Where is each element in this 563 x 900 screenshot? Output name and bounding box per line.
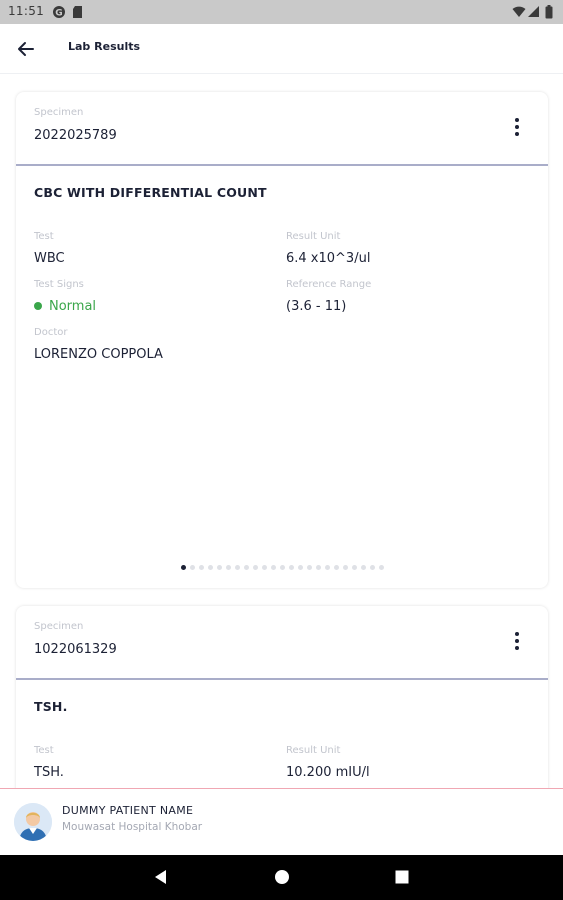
page-dot[interactable]: [379, 565, 384, 570]
status-bar: 11:51 G: [0, 0, 563, 24]
hospital-name: Mouwasat Hospital Khobar: [62, 821, 203, 833]
page-dot[interactable]: [370, 565, 375, 570]
doctor-value: LORENZO COPPOLA: [34, 347, 163, 362]
status-time: 11:51: [8, 4, 45, 18]
specimen-header: Specimen 2022025789: [16, 92, 548, 166]
specimen-header: Specimen 1022061329: [16, 606, 548, 680]
test-group-title: CBC WITH DIFFERENTIAL COUNT: [34, 185, 267, 200]
wifi-icon: [512, 6, 526, 17]
patient-bar[interactable]: DUMMY PATIENT NAME Mouwasat Hospital Kho…: [0, 788, 563, 855]
page-dot[interactable]: [334, 565, 339, 570]
back-triangle-icon[interactable]: [152, 868, 170, 886]
page-dot[interactable]: [343, 565, 348, 570]
page-dot[interactable]: [262, 565, 267, 570]
result-unit-value: 10.200 mIU/l: [286, 765, 370, 780]
sd-card-icon: [73, 6, 82, 18]
more-vertical-icon: [508, 632, 526, 650]
page-dot[interactable]: [217, 565, 222, 570]
doctor-avatar-icon: [14, 803, 52, 841]
reference-range-value: (3.6 - 11): [286, 299, 347, 314]
green-dot-icon: [34, 302, 42, 310]
page-dot[interactable]: [253, 565, 258, 570]
page-indicator: [181, 565, 388, 571]
page-dot[interactable]: [190, 565, 195, 570]
page-dot[interactable]: [235, 565, 240, 570]
page-dot[interactable]: [244, 565, 249, 570]
page-dot[interactable]: [271, 565, 276, 570]
svg-text:G: G: [55, 9, 62, 19]
page-dot[interactable]: [226, 565, 231, 570]
page-dot[interactable]: [199, 565, 204, 570]
page-title: Lab Results: [68, 40, 141, 53]
test-value: WBC: [34, 251, 65, 266]
test-signs-value: Normal: [49, 299, 97, 314]
specimen-label: Specimen: [34, 107, 84, 118]
avatar: [14, 803, 52, 841]
notification-g-icon: G: [53, 6, 65, 19]
more-options-button[interactable]: [508, 632, 526, 654]
screen: 11:51 G Lab Results Specimen 2022025789 …: [0, 0, 563, 900]
battery-icon: [545, 5, 553, 19]
result-unit-label: Result Unit: [286, 231, 341, 242]
page-dot[interactable]: [316, 565, 321, 570]
home-circle-icon[interactable]: [273, 868, 291, 886]
test-label: Test: [34, 231, 54, 242]
test-signs-label: Test Signs: [34, 279, 84, 290]
page-dot[interactable]: [181, 565, 186, 570]
more-options-button[interactable]: [508, 118, 526, 140]
result-unit-value: 6.4 x10^3/ul: [286, 251, 371, 266]
recents-square-icon[interactable]: [393, 868, 411, 886]
reference-range-label: Reference Range: [286, 279, 372, 290]
arrow-left-icon: [18, 42, 34, 56]
specimen-value: 2022025789: [34, 128, 117, 143]
page-dot[interactable]: [298, 565, 303, 570]
system-navigation-bar: [0, 855, 563, 900]
page-dot[interactable]: [307, 565, 312, 570]
specimen-value: 1022061329: [34, 642, 117, 657]
specimen-label: Specimen: [34, 621, 84, 632]
result-unit-label: Result Unit: [286, 745, 341, 756]
test-label: Test: [34, 745, 54, 756]
doctor-label: Doctor: [34, 327, 68, 338]
page-dot[interactable]: [325, 565, 330, 570]
back-button[interactable]: [12, 36, 40, 62]
test-value: TSH.: [34, 765, 64, 780]
lab-result-card[interactable]: Specimen 2022025789 CBC WITH DIFFERENTIA…: [16, 92, 548, 588]
page-dot[interactable]: [280, 565, 285, 570]
page-dot[interactable]: [289, 565, 294, 570]
more-vertical-icon: [508, 118, 526, 136]
app-bar: Lab Results: [0, 24, 563, 74]
patient-name: DUMMY PATIENT NAME: [62, 804, 194, 817]
signal-icon: [528, 6, 539, 17]
page-dot[interactable]: [208, 565, 213, 570]
page-dot[interactable]: [361, 565, 366, 570]
page-dot[interactable]: [352, 565, 357, 570]
test-group-title: TSH.: [34, 699, 68, 714]
